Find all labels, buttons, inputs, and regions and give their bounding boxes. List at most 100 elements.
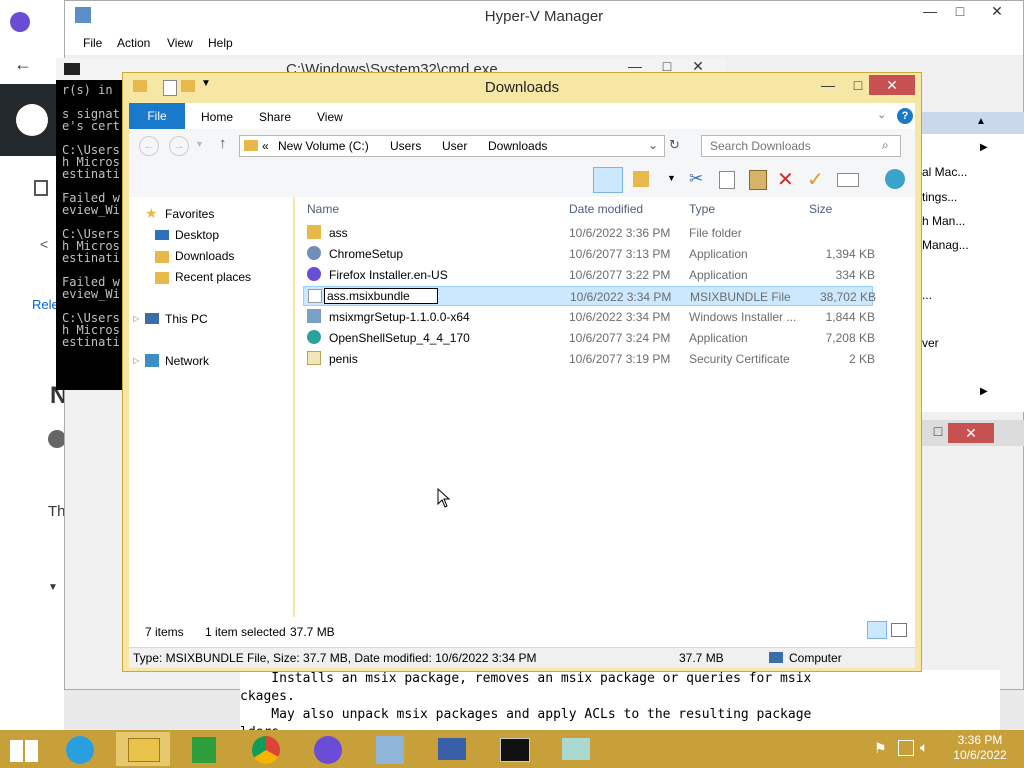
taskbar-remote[interactable] [426, 732, 480, 766]
paste-icon[interactable] [749, 170, 767, 190]
github-icon[interactable] [16, 104, 48, 136]
file-row[interactable]: ass 10/6/2022 3:36 PM File folder [303, 223, 873, 243]
breadcrumb-user[interactable]: User [442, 139, 467, 153]
expand-arrow-icon[interactable]: ▷ [133, 356, 139, 365]
collapse-up-icon[interactable]: ▲ [976, 116, 986, 127]
taskbar-clock[interactable]: 3:36 PM 10/6/2022 [940, 733, 1020, 763]
taskbar-ie[interactable] [54, 732, 108, 766]
taskbar-cmd[interactable] [488, 732, 542, 766]
file-row[interactable]: penis 10/6/2077 3:19 PM Security Certifica… [303, 349, 875, 369]
search-input[interactable]: Search Downloads ⌕ [701, 135, 901, 157]
taskbar-firefox[interactable] [302, 732, 356, 766]
large-icons-view-icon[interactable] [891, 623, 907, 637]
file-row[interactable]: Firefox Installer.en-US 10/6/2077 3:22 PM… [303, 265, 875, 285]
item-count: 7 items [145, 625, 184, 639]
back-icon[interactable]: ← [139, 136, 159, 156]
back-arrow-icon[interactable]: ← [14, 54, 32, 75]
breadcrumb-downloads[interactable]: Downloads [488, 139, 547, 153]
up-icon[interactable]: ↑ [219, 135, 227, 152]
mouse-cursor-icon [437, 487, 451, 511]
release-link[interactable]: Rele [32, 297, 59, 312]
firefox-tab-icon[interactable] [10, 12, 30, 32]
expand-right-icon[interactable]: ▶ [980, 142, 988, 153]
flag-icon[interactable]: ⚑ [874, 740, 887, 757]
maximize-button[interactable]: □ [928, 423, 948, 439]
file-row[interactable]: ChromeSetup 10/6/2077 3:13 PM Application 1… [303, 244, 875, 264]
help-icon[interactable]: ? [897, 108, 913, 124]
column-headers: Name Date modified Type Size [295, 197, 875, 219]
firefox-icon [307, 267, 321, 281]
recent-locations-icon[interactable]: ▼ [195, 139, 204, 149]
checkmark-icon[interactable]: ✓ [807, 167, 824, 192]
collapse-caret-icon[interactable]: ▼ [48, 582, 58, 593]
organize-icon[interactable] [633, 171, 649, 187]
volume-icon[interactable]: 🔈︎ [920, 739, 928, 756]
nav-desktop[interactable]: Desktop [175, 228, 219, 242]
forward-icon[interactable]: → [169, 136, 189, 156]
tab-view[interactable]: View [317, 110, 343, 124]
start-button[interactable] [0, 732, 54, 766]
explorer-titlebar[interactable]: ▼ Downloads — □ ✕ [123, 73, 921, 103]
address-bar[interactable]: « New Volume (C:) Users User Downloads ⌄ [239, 135, 665, 157]
rename-input[interactable]: ass.msixbundle [324, 288, 438, 304]
cut-icon[interactable]: ✂ [689, 169, 703, 189]
code-icon[interactable]: < [40, 236, 48, 252]
taskbar-hyperv[interactable] [364, 732, 418, 766]
menu-file[interactable]: File [83, 36, 102, 50]
secondary-window-titlebar[interactable]: □ ✕ [920, 420, 1024, 446]
copy-icon[interactable] [719, 171, 735, 189]
action-item[interactable]: Manag... [922, 238, 969, 252]
taskbar-chrome[interactable] [240, 732, 294, 766]
nav-downloads[interactable]: Downloads [175, 249, 234, 263]
action-item[interactable]: ver [922, 336, 939, 350]
taskbar-store[interactable] [178, 732, 232, 766]
column-name[interactable]: Name [307, 202, 339, 216]
tab-home[interactable]: Home [201, 110, 233, 124]
file-row[interactable]: msixmgrSetup-1.1.0.0-x64 10/6/2022 3:34 P… [303, 307, 875, 327]
close-button[interactable]: ✕ [869, 75, 915, 95]
action-item[interactable]: ... [922, 288, 932, 302]
expand-right-icon[interactable]: ▶ [980, 386, 988, 397]
minimize-button[interactable]: — [915, 3, 945, 19]
network-tray-icon[interactable] [898, 740, 914, 756]
chevron-down-icon[interactable]: ⌄ [648, 138, 658, 152]
minimize-button[interactable]: — [813, 77, 843, 93]
chevron-down-icon[interactable]: ▼ [667, 173, 676, 183]
expand-arrow-icon[interactable]: ▷ [133, 314, 139, 323]
close-button[interactable]: ✕ [948, 423, 994, 443]
details-view-icon[interactable] [867, 621, 887, 639]
breadcrumb-users[interactable]: Users [390, 139, 421, 153]
breadcrumb-drive[interactable]: New Volume (C:) [278, 139, 369, 153]
tab-share[interactable]: Share [259, 110, 291, 124]
taskbar-app[interactable] [550, 732, 604, 766]
bookmark-icon[interactable] [34, 180, 48, 196]
action-item[interactable]: tings... [922, 190, 957, 204]
preview-pane-icon[interactable] [593, 167, 623, 193]
column-size[interactable]: Size [809, 202, 832, 216]
nav-network[interactable]: Network [165, 354, 209, 368]
breadcrumb-overflow[interactable]: « [262, 139, 269, 153]
file-row[interactable]: OpenShellSetup_4_4_170 10/6/2077 3:24 PM A… [303, 328, 875, 348]
file-row[interactable]: ass.msixbundle 10/6/2022 3:34 PM MSIXBUNDL… [303, 286, 876, 306]
nav-this-pc[interactable]: This PC [165, 312, 208, 326]
tab-file[interactable]: File [129, 103, 185, 129]
action-item[interactable]: al Mac... [922, 165, 967, 179]
menu-help[interactable]: Help [208, 36, 233, 50]
action-item[interactable]: h Man... [922, 214, 965, 228]
menu-view[interactable]: View [167, 36, 193, 50]
column-date-modified[interactable]: Date modified [569, 202, 643, 216]
close-button[interactable]: ✕ [977, 3, 1017, 20]
taskbar-explorer[interactable] [116, 732, 170, 766]
delete-icon[interactable]: ✕ [777, 167, 794, 192]
hyperv-titlebar[interactable]: Hyper-V Manager — □ ✕ [65, 1, 1023, 31]
maximize-button[interactable]: □ [945, 3, 975, 19]
chevron-down-icon[interactable]: ⌄ [877, 108, 886, 121]
remote-desktop-icon [438, 738, 466, 760]
rename-icon[interactable] [837, 173, 859, 187]
nav-favorites[interactable]: Favorites [165, 207, 214, 221]
globe-icon[interactable] [885, 169, 905, 189]
refresh-icon[interactable]: ↻ [669, 137, 680, 153]
menu-action[interactable]: Action [117, 36, 150, 50]
nav-recent-places[interactable]: Recent places [175, 270, 251, 284]
column-type[interactable]: Type [689, 202, 715, 216]
